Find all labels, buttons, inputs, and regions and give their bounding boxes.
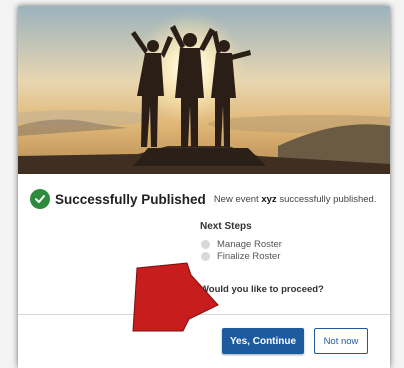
next-steps: Next Steps Manage Roster Finalize Roster xyxy=(200,221,380,262)
message-suffix: successfully published. xyxy=(279,193,377,205)
next-steps-heading: Next Steps xyxy=(200,221,252,232)
radio-icon[interactable] xyxy=(201,239,210,249)
step-label: Finalize Roster xyxy=(217,250,281,262)
screen: Successfully Published New event xyz suc… xyxy=(0,0,404,368)
step-manage-roster[interactable]: Manage Roster xyxy=(201,238,380,250)
event-name: xyz xyxy=(261,193,277,205)
not-now-button[interactable]: Not now xyxy=(314,328,368,354)
yes-continue-button[interactable]: Yes, Continue xyxy=(222,328,304,354)
message-prefix: New event xyxy=(213,193,259,205)
step-callout-arrow xyxy=(132,262,219,332)
dialog-title: Successfully Published xyxy=(55,191,206,207)
step-number: 18 xyxy=(37,283,71,313)
status-row: Successfully Published New event xyz suc… xyxy=(30,189,382,209)
check-circle-icon xyxy=(30,189,50,209)
radio-icon[interactable] xyxy=(201,251,210,261)
hero-image xyxy=(18,6,390,174)
step-label: Manage Roster xyxy=(217,238,282,250)
step-finalize-roster[interactable]: Finalize Roster xyxy=(201,250,380,262)
status-message: New event xyz successfully published. xyxy=(214,194,377,205)
